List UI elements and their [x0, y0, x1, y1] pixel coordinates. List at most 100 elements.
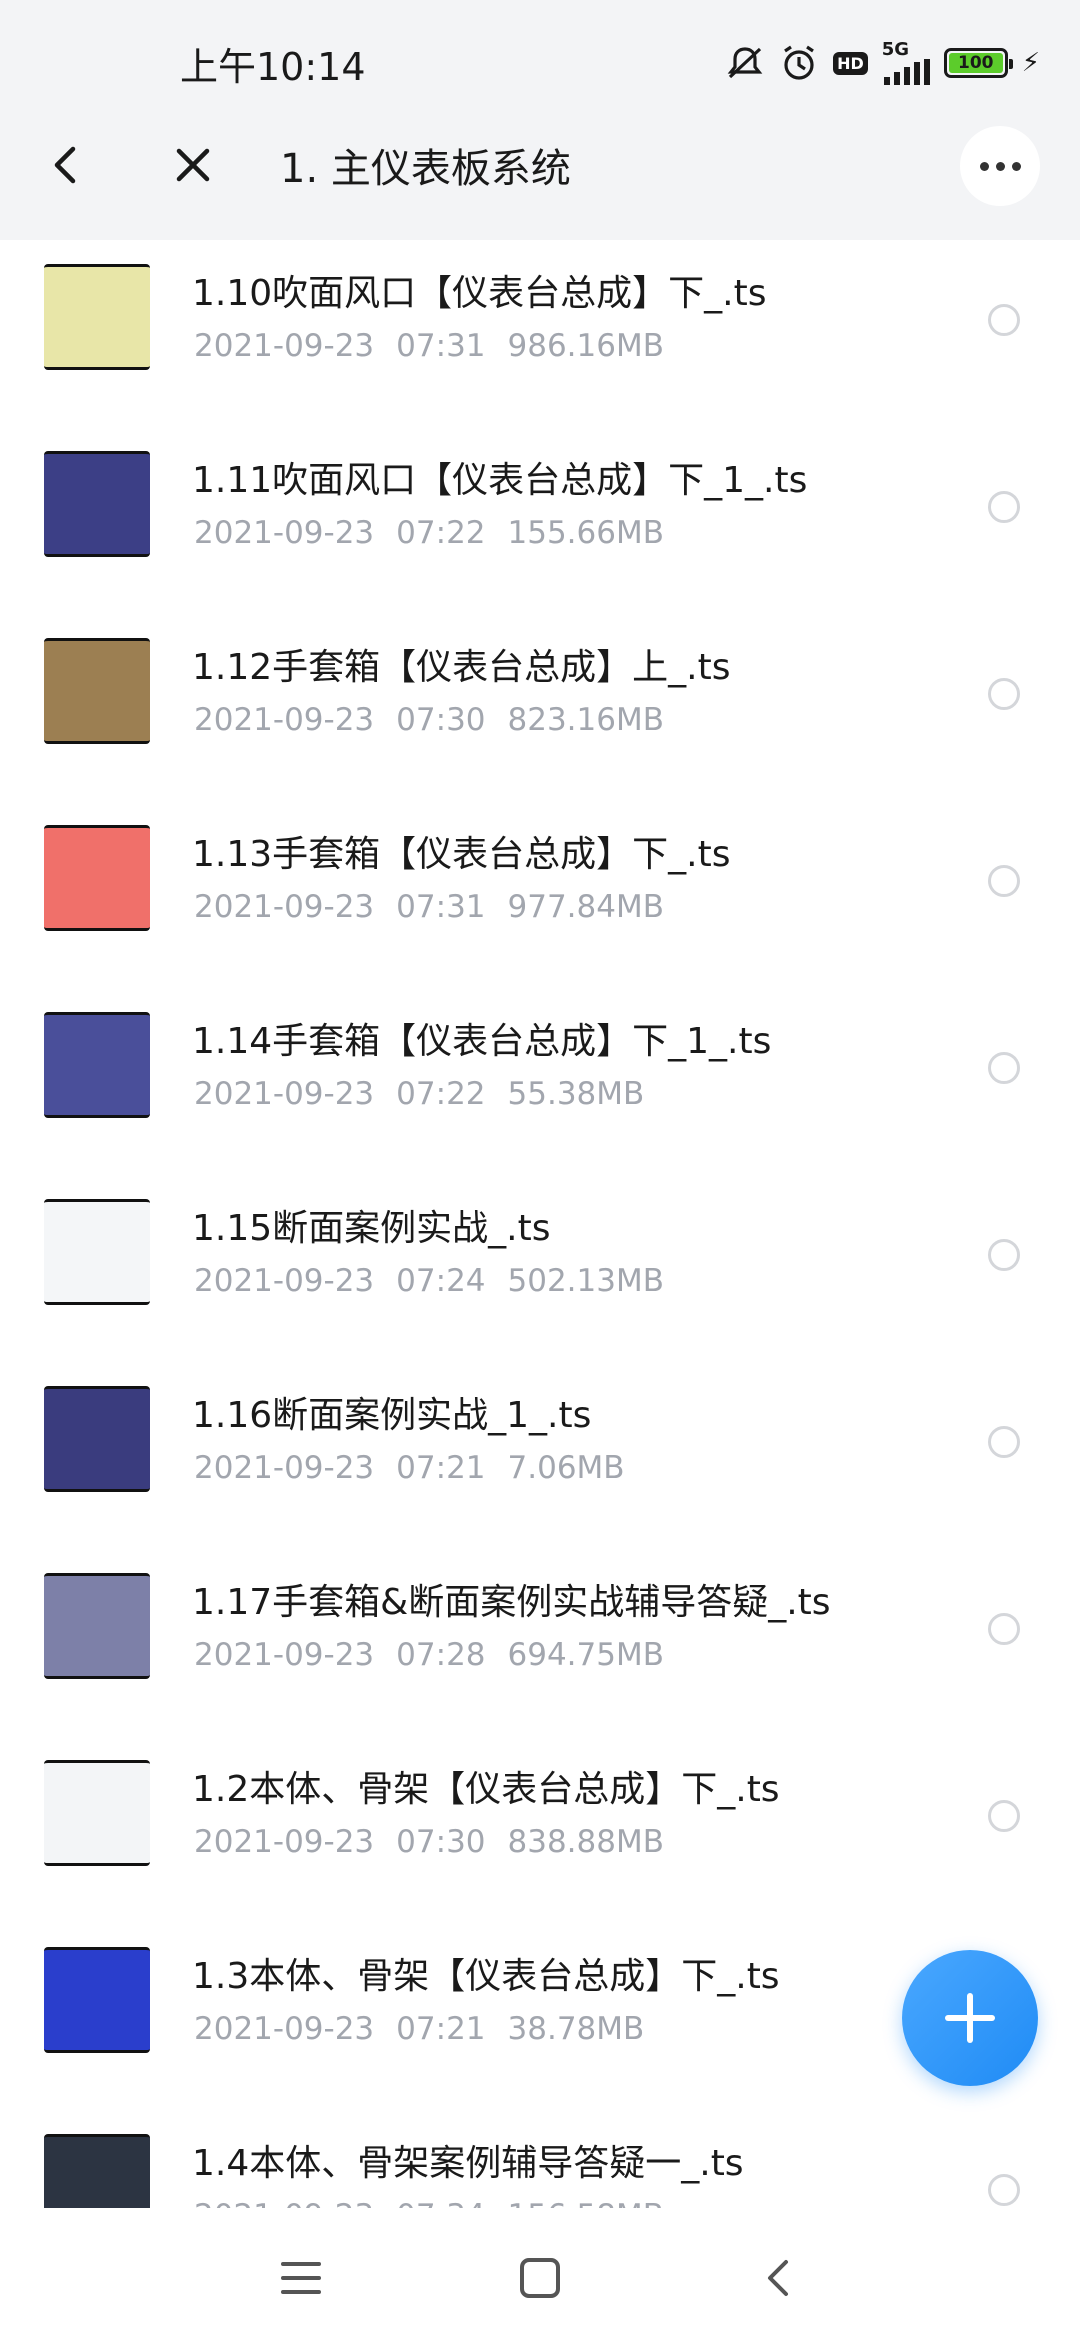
close-icon [176, 148, 210, 182]
select-radio[interactable] [988, 1800, 1020, 1832]
system-nav-bar [0, 2208, 1080, 2340]
file-size: 38.78MB [507, 2011, 645, 2047]
select-radio[interactable] [988, 1426, 1020, 1458]
file-meta: 2021-09-23 07:30 838.88MB [194, 1824, 664, 1860]
file-item[interactable]: 1.15断面案例实战_.ts 2021-09-23 07:24 502.13MB [0, 1175, 1080, 1362]
select-radio[interactable] [988, 304, 1020, 336]
top-bar: 1. 主仪表板系统 [0, 90, 1080, 240]
nav-back-button[interactable] [748, 2248, 808, 2308]
more-button[interactable] [960, 126, 1040, 206]
file-meta: 2021-09-23 07:21 38.78MB [194, 2011, 644, 2047]
video-thumbnail [44, 1386, 150, 1492]
select-radio[interactable] [988, 1052, 1020, 1084]
file-meta: 2021-09-23 07:28 694.75MB [194, 1637, 664, 1673]
file-item[interactable]: 1.11吹面风口【仪表台总成】下_1_.ts 2021-09-23 07:22 … [0, 427, 1080, 614]
file-time: 07:31 [396, 328, 486, 364]
file-meta: 2021-09-23 07:21 7.06MB [194, 1450, 625, 1486]
file-item[interactable]: 1.2本体、骨架【仪表台总成】下_.ts 2021-09-23 07:30 83… [0, 1736, 1080, 1923]
more-icon-dot [1011, 161, 1021, 171]
file-size: 694.75MB [507, 1637, 664, 1673]
video-thumbnail [44, 1012, 150, 1118]
file-size: 55.38MB [507, 1076, 645, 1112]
file-date: 2021-09-23 [194, 1637, 375, 1673]
video-thumbnail [44, 825, 150, 931]
file-date: 2021-09-23 [194, 1450, 375, 1486]
status-bar: 上午10:14 HD 5G 100 ⚡ [0, 0, 1080, 90]
chevron-left-icon [54, 146, 76, 184]
video-thumbnail [44, 264, 150, 370]
close-button[interactable] [168, 132, 218, 198]
select-radio[interactable] [988, 1239, 1020, 1271]
file-size: 502.13MB [507, 1263, 664, 1299]
alarm-icon [779, 43, 819, 83]
select-radio[interactable] [988, 2174, 1020, 2206]
file-time: 07:22 [396, 1076, 486, 1112]
video-thumbnail [44, 2134, 150, 2208]
file-meta: 2021-09-23 07:34 156.58MB [194, 2198, 664, 2208]
select-radio[interactable] [988, 491, 1020, 523]
page-title: 1. 主仪表板系统 [280, 146, 571, 192]
select-radio[interactable] [988, 865, 1020, 897]
file-item[interactable]: 1.17手套箱&断面案例实战辅导答疑_.ts 2021-09-23 07:28 … [0, 1549, 1080, 1736]
select-radio[interactable] [988, 1613, 1020, 1645]
file-size: 823.16MB [507, 702, 664, 738]
file-date: 2021-09-23 [194, 1076, 375, 1112]
more-icon-dot [995, 161, 1005, 171]
file-time: 07:28 [396, 1637, 486, 1673]
file-time: 07:21 [396, 1450, 486, 1486]
file-item[interactable]: 1.12手套箱【仪表台总成】上_.ts 2021-09-23 07:30 823… [0, 614, 1080, 801]
file-time: 07:24 [396, 1263, 486, 1299]
file-date: 2021-09-23 [194, 889, 375, 925]
file-date: 2021-09-23 [194, 1263, 375, 1299]
file-time: 07:22 [396, 515, 486, 551]
signal-icon: 5G [882, 41, 930, 85]
file-time: 07:30 [396, 702, 486, 738]
charging-icon: ⚡ [1021, 48, 1040, 78]
network-type-label: 5G [881, 39, 910, 60]
menu-icon [281, 2262, 321, 2294]
battery-icon: 100 [943, 48, 1013, 78]
video-thumbnail [44, 451, 150, 557]
file-date: 2021-09-23 [194, 1824, 375, 1860]
battery-level: 100 [948, 53, 1003, 73]
file-meta: 2021-09-23 07:22 155.66MB [194, 515, 664, 551]
file-name: 1.12手套箱【仪表台总成】上_.ts [192, 647, 731, 688]
video-thumbnail [44, 1199, 150, 1305]
file-name: 1.15断面案例实战_.ts [192, 1208, 551, 1249]
file-name: 1.11吹面风口【仪表台总成】下_1_.ts [192, 460, 808, 501]
file-item[interactable]: 1.16断面案例实战_1_.ts 2021-09-23 07:21 7.06MB [0, 1362, 1080, 1549]
file-time: 07:21 [396, 2011, 486, 2047]
nav-menu-button[interactable] [271, 2248, 331, 2308]
file-size: 7.06MB [507, 1450, 625, 1486]
file-item[interactable]: 1.4本体、骨架案例辅导答疑一_.ts 2021-09-23 07:34 156… [0, 2110, 1080, 2208]
file-time: 07:34 [396, 2198, 485, 2208]
file-item[interactable]: 1.10吹面风口【仪表台总成】下_.ts 2021-09-23 07:31 98… [0, 240, 1080, 427]
video-thumbnail [44, 638, 150, 744]
hd-badge: HD [833, 51, 868, 75]
status-icons: HD 5G 100 ⚡ [725, 38, 1040, 88]
file-size: 156.58MB [508, 2198, 664, 2208]
nav-home-button[interactable] [510, 2248, 570, 2308]
file-name: 1.3本体、骨架【仪表台总成】下_.ts [192, 1956, 780, 1997]
file-date: 2021-09-23 [194, 2198, 374, 2208]
file-size: 155.66MB [507, 515, 664, 551]
chevron-left-icon [768, 2260, 788, 2296]
file-name: 1.13手套箱【仪表台总成】下_.ts [192, 834, 731, 875]
video-thumbnail [44, 1760, 150, 1866]
back-button[interactable] [40, 132, 90, 198]
file-name: 1.14手套箱【仪表台总成】下_1_.ts [192, 1021, 772, 1062]
square-icon [520, 2258, 560, 2298]
file-meta: 2021-09-23 07:31 986.16MB [194, 328, 664, 364]
file-date: 2021-09-23 [194, 328, 375, 364]
file-meta: 2021-09-23 07:30 823.16MB [194, 702, 664, 738]
file-item[interactable]: 1.13手套箱【仪表台总成】下_.ts 2021-09-23 07:31 977… [0, 801, 1080, 988]
file-date: 2021-09-23 [194, 702, 375, 738]
file-time: 07:31 [396, 889, 486, 925]
plus-icon [945, 1993, 995, 2043]
file-item[interactable]: 1.14手套箱【仪表台总成】下_1_.ts 2021-09-23 07:22 5… [0, 988, 1080, 1175]
file-meta: 2021-09-23 07:24 502.13MB [194, 1263, 664, 1299]
select-radio[interactable] [988, 678, 1020, 710]
file-date: 2021-09-23 [194, 2011, 375, 2047]
add-button[interactable] [902, 1950, 1038, 2086]
file-size: 838.88MB [507, 1824, 664, 1860]
